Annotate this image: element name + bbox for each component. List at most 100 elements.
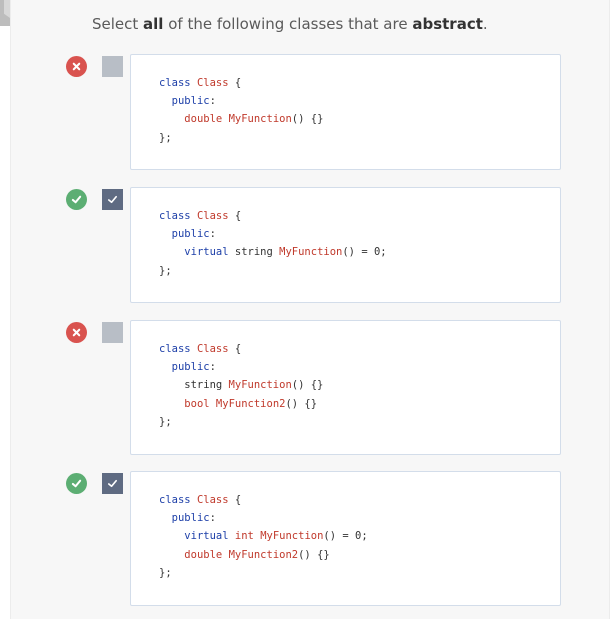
code-line: class Class { — [159, 494, 241, 506]
code-token: MyFunction — [228, 379, 292, 391]
code-token: MyFunction — [279, 246, 343, 258]
option-row[interactable]: class Class { public: virtual string MyF… — [66, 187, 561, 303]
code-token: MyFunction — [260, 530, 324, 542]
code-token: () {} — [298, 549, 330, 561]
correct-icon — [66, 473, 87, 494]
option-checkbox[interactable] — [102, 473, 123, 494]
code-token: }; — [159, 132, 172, 144]
code-token: { — [228, 210, 242, 222]
option-row[interactable]: class Class { public: virtual int MyFunc… — [66, 471, 561, 606]
code-line: public: — [159, 361, 216, 373]
x-glyph — [72, 328, 81, 337]
checkmark-icon — [108, 479, 117, 488]
code-line: }; — [159, 132, 172, 144]
code-token: : — [209, 95, 216, 107]
code-token: Class — [196, 343, 229, 355]
prompt-bold-all: all — [143, 15, 164, 33]
checkmark-icon — [108, 195, 117, 204]
code-token: }; — [159, 567, 172, 579]
prompt-text: of the following classes that are — [163, 15, 413, 33]
question-panel: Select all of the following classes that… — [10, 0, 610, 619]
code-line: class Class { — [159, 77, 241, 89]
code-token: class — [159, 343, 191, 355]
code-token: Class — [196, 494, 229, 506]
code-token: MyFunction2 — [215, 398, 286, 410]
code-line: double MyFunction2() {} — [159, 549, 330, 561]
code-token: class — [159, 210, 191, 222]
option-checkbox[interactable] — [102, 322, 123, 343]
option-row[interactable]: class Class { public: double MyFunction(… — [66, 54, 561, 170]
option-checkbox[interactable] — [102, 189, 123, 210]
code-line: }; — [159, 416, 172, 428]
code-token: double — [184, 549, 223, 561]
code-token: string — [159, 379, 229, 391]
code-line: bool MyFunction2() {} — [159, 398, 317, 410]
option-row[interactable]: class Class { public: string MyFunction(… — [66, 320, 561, 455]
code-token: class — [159, 494, 191, 506]
code-token: public — [171, 95, 210, 107]
code-token: { — [228, 77, 242, 89]
code-line: public: — [159, 95, 216, 107]
code-block: class Class { public: virtual int MyFunc… — [130, 471, 561, 606]
prompt-bold-abstract: abstract — [412, 15, 483, 33]
code-token: () {} — [291, 379, 324, 391]
code-block: class Class { public: virtual string MyF… — [130, 187, 561, 303]
code-block: class Class { public: string MyFunction(… — [130, 320, 561, 455]
prompt-text: Select — [92, 15, 144, 33]
code-token: { — [228, 343, 242, 355]
code-line: public: — [159, 228, 216, 240]
code-token: MyFunction2 — [228, 549, 299, 561]
code-token: double — [184, 113, 223, 125]
code-line: virtual string MyFunction() = 0; — [159, 246, 387, 258]
code-line: class Class { — [159, 210, 241, 222]
code-token: () {} — [285, 398, 318, 410]
code-line: }; — [159, 265, 172, 277]
check-glyph — [71, 479, 82, 488]
x-glyph — [72, 62, 81, 71]
code-token: : — [209, 361, 216, 373]
code-token: string — [228, 246, 280, 258]
prompt-text: . — [482, 15, 488, 33]
code-token: int — [234, 530, 254, 542]
code-token: : — [209, 512, 216, 524]
code-token: () {} — [291, 113, 324, 125]
code-line: class Class { — [159, 343, 241, 355]
code-token: class — [159, 77, 191, 89]
code-token: { — [228, 494, 242, 506]
code-line: string MyFunction() {} — [159, 379, 323, 391]
code-token: () = 0; — [323, 530, 368, 542]
correct-icon — [66, 189, 87, 210]
code-token: Class — [196, 210, 229, 222]
incorrect-icon — [66, 56, 87, 77]
incorrect-icon — [66, 322, 87, 343]
code-token: public — [171, 228, 210, 240]
code-token: virtual — [184, 246, 229, 258]
code-token: }; — [159, 416, 172, 428]
code-line: }; — [159, 567, 172, 579]
code-token: MyFunction — [228, 113, 292, 125]
code-line: virtual int MyFunction() = 0; — [159, 530, 368, 542]
option-checkbox[interactable] — [102, 56, 123, 77]
code-token: virtual — [184, 530, 229, 542]
code-token: Class — [196, 77, 229, 89]
check-glyph — [71, 195, 82, 204]
code-block: class Class { public: double MyFunction(… — [130, 54, 561, 170]
code-token: : — [209, 228, 216, 240]
code-token: }; — [159, 265, 172, 277]
question-prompt: Select all of the following classes that… — [92, 15, 488, 33]
code-token: bool — [184, 398, 210, 410]
code-token: () = 0; — [342, 246, 387, 258]
code-token: public — [171, 512, 210, 524]
code-line: double MyFunction() {} — [159, 113, 323, 125]
code-line: public: — [159, 512, 216, 524]
code-token: public — [171, 361, 210, 373]
